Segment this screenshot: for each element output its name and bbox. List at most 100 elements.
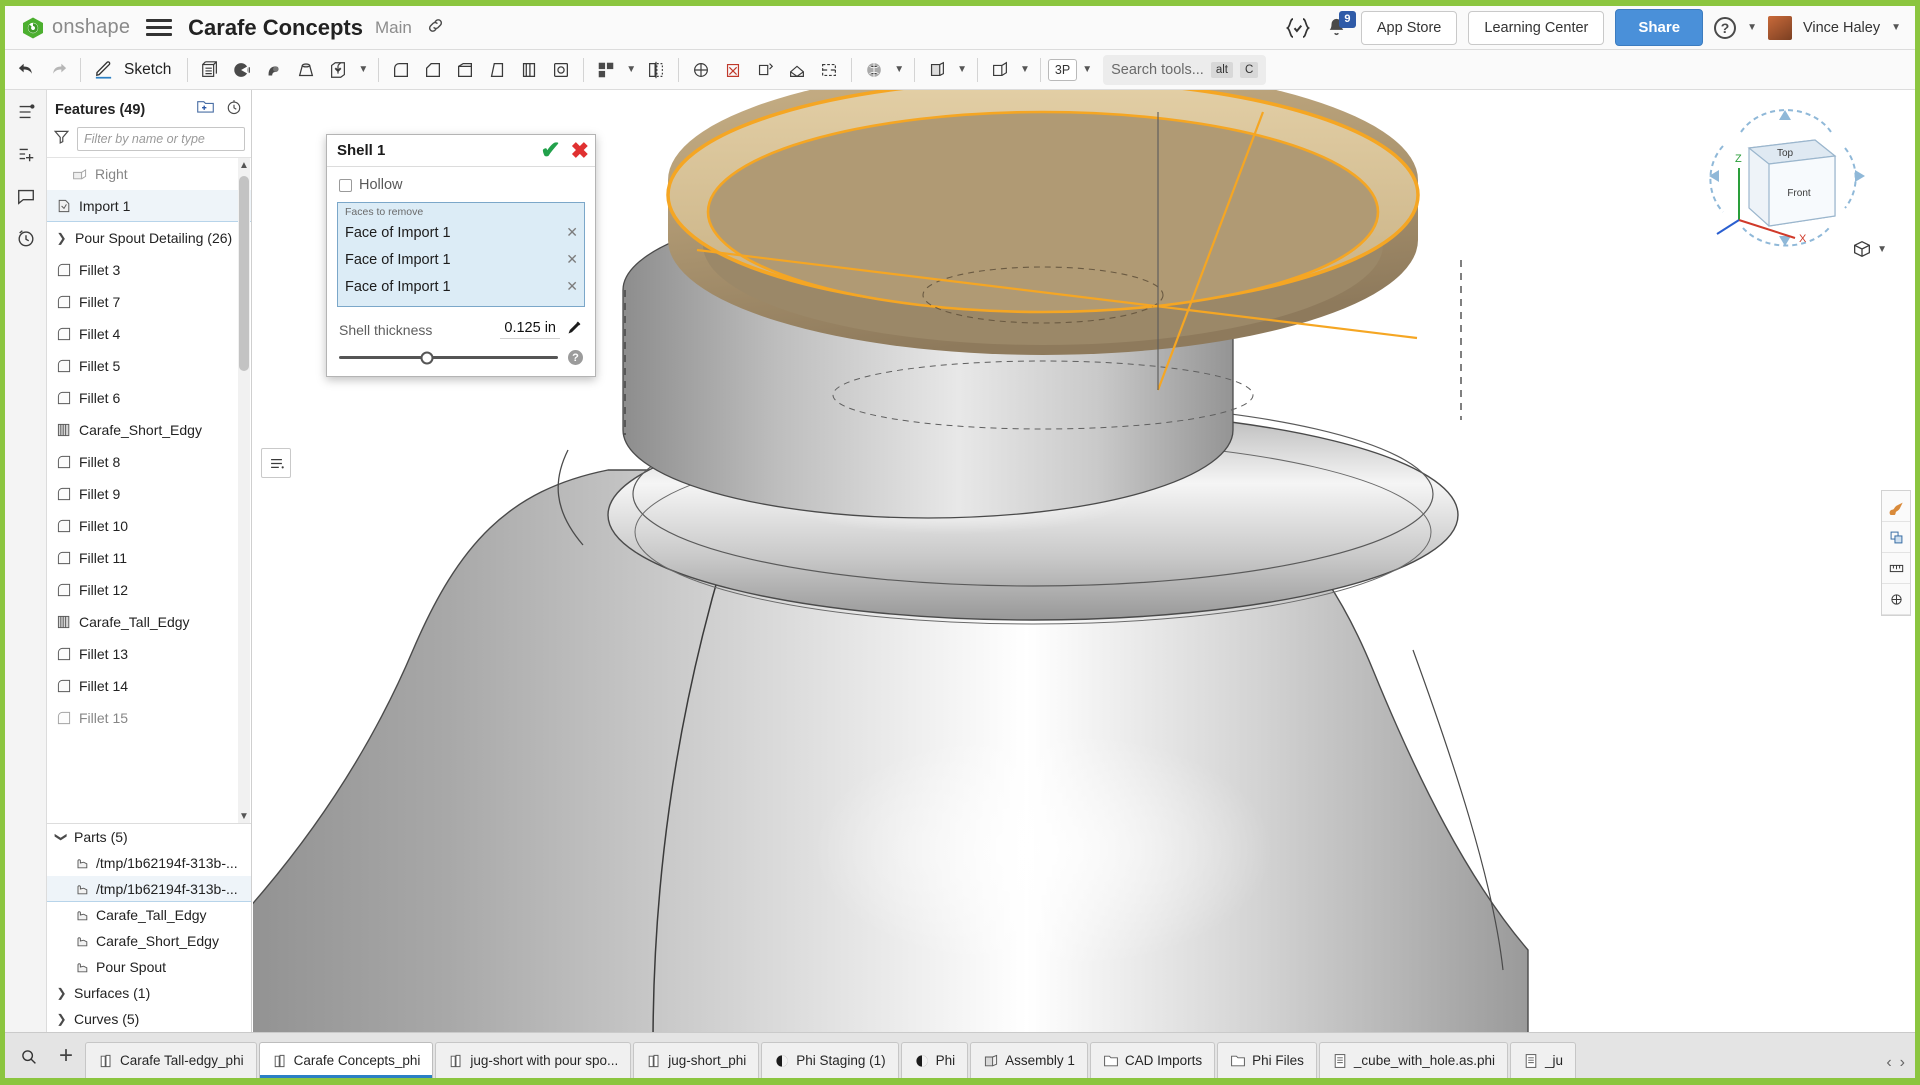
rollback-history-icon[interactable] — [225, 98, 243, 121]
remove-face-x-icon[interactable]: ✕ — [566, 305, 578, 307]
chevron-right-icon[interactable]: ❯ — [55, 986, 68, 1000]
user-name[interactable]: Vince Haley — [1803, 20, 1880, 36]
user-chevron-down-icon[interactable]: ▼ — [1891, 22, 1901, 33]
bottom-tab[interactable]: CAD Imports — [1090, 1042, 1215, 1078]
reference-geometry-icon[interactable] — [922, 54, 952, 86]
face-to-remove-row[interactable]: Face of Import 1 ✕ — [338, 300, 584, 307]
chevron-down-icon[interactable]: ❯ — [55, 831, 69, 844]
selected-inner-rim[interactable] — [708, 112, 1378, 312]
fillet-icon[interactable] — [386, 54, 416, 86]
branch-name[interactable]: Main — [375, 18, 412, 38]
remove-face-x-icon[interactable]: ✕ — [566, 224, 578, 241]
bottom-tab[interactable]: _ju — [1510, 1042, 1576, 1078]
surface-chevron-down-icon[interactable]: ▼ — [891, 64, 907, 75]
scroll-up-arrow-icon[interactable]: ▲ — [238, 158, 250, 172]
hollow-checkbox-row[interactable]: Hollow — [327, 174, 595, 202]
feature-tree-scrollbar[interactable]: ▲ ▼ — [238, 158, 250, 823]
draft-icon[interactable] — [482, 54, 512, 86]
feature-row[interactable]: Fillet 15 — [47, 702, 251, 734]
part-row[interactable]: Pour Spout — [47, 954, 251, 980]
remove-face-x-icon[interactable]: ✕ — [566, 251, 578, 268]
bottom-tab[interactable]: jug-short_phi — [633, 1042, 759, 1078]
tab-search-icon[interactable] — [9, 1034, 47, 1078]
appearance-icon[interactable] — [1882, 491, 1910, 522]
feature-row[interactable]: Carafe_Short_Edgy — [47, 414, 251, 446]
notifications-bell[interactable]: 9 — [1324, 15, 1350, 41]
sketch-button-label[interactable]: Sketch — [120, 61, 180, 79]
display-style-menu[interactable]: ▼ — [1851, 238, 1887, 260]
boolean-icon[interactable] — [323, 54, 353, 86]
pattern-icon[interactable] — [591, 54, 621, 86]
group-header[interactable]: ❯ Surfaces (1) — [47, 980, 251, 1006]
sketch-icon[interactable] — [88, 54, 118, 86]
move-face-icon[interactable] — [750, 54, 780, 86]
revolve-icon[interactable] — [227, 54, 257, 86]
link-icon[interactable] — [426, 16, 445, 40]
feature-list-icon[interactable] — [12, 98, 40, 126]
bottom-tab[interactable]: Phi — [901, 1042, 969, 1078]
add-feature-icon[interactable] — [12, 140, 40, 168]
onshape-logo-icon[interactable] — [21, 16, 45, 40]
cancel-close-icon[interactable]: ✖ — [563, 140, 589, 162]
mirror-icon[interactable] — [641, 54, 671, 86]
feature-tree[interactable]: RightImport 1❯Pour Spout Detailing (26)F… — [47, 157, 251, 823]
redo-icon[interactable] — [43, 54, 73, 86]
feature-row[interactable]: Fillet 14 — [47, 670, 251, 702]
display-style-chevron-down-icon[interactable]: ▼ — [1877, 244, 1887, 255]
feature-tree-scroll-thumb[interactable] — [239, 176, 249, 371]
tab-next-button[interactable]: › — [1900, 1054, 1905, 1072]
app-store-button[interactable]: App Store — [1361, 11, 1458, 45]
part-row[interactable]: /tmp/1b62194f-313b-... — [47, 876, 251, 902]
avatar[interactable] — [1768, 16, 1792, 40]
rib-icon[interactable] — [514, 54, 544, 86]
hollow-checkbox[interactable] — [339, 179, 352, 192]
extrude-icon[interactable] — [195, 54, 225, 86]
learning-center-button[interactable]: Learning Center — [1468, 11, 1604, 45]
group-header[interactable]: ❯ Curves (5) — [47, 1006, 251, 1032]
search-tools-input[interactable]: Search tools... alt C — [1103, 55, 1266, 85]
feature-row[interactable]: Fillet 7 — [47, 286, 251, 318]
feature-row[interactable]: ❯Pour Spout Detailing (26) — [47, 222, 251, 254]
feature-row[interactable]: Fillet 11 — [47, 542, 251, 574]
remove-face-x-icon[interactable]: ✕ — [566, 278, 578, 295]
feature-row[interactable]: Right — [47, 158, 251, 190]
bottom-tab[interactable]: Carafe Concepts_phi — [259, 1042, 434, 1078]
brand-name[interactable]: onshape — [52, 16, 130, 39]
feature-row[interactable]: Fillet 8 — [47, 446, 251, 478]
part-row[interactable]: /tmp/1b62194f-313b-... — [47, 850, 251, 876]
loft-icon[interactable] — [291, 54, 321, 86]
bottom-tab[interactable]: _cube_with_hole.as.phi — [1319, 1042, 1508, 1078]
expand-chevron-right-icon[interactable]: ❯ — [55, 231, 68, 245]
faces-to-remove-box[interactable]: Faces to remove Face of Import 1 ✕Face o… — [337, 202, 585, 307]
add-tab-button[interactable]: + — [47, 1034, 85, 1078]
feature-list-toggle-button[interactable] — [261, 448, 291, 478]
new-folder-icon[interactable] — [196, 98, 215, 121]
feature-row[interactable]: Fillet 4 — [47, 318, 251, 350]
filter-icon[interactable] — [53, 128, 70, 150]
three-point-chevron-down-icon[interactable]: ▼ — [1079, 64, 1095, 75]
plane-icon[interactable] — [985, 54, 1015, 86]
accept-check-icon[interactable]: ✔ — [540, 139, 560, 163]
comments-icon[interactable] — [12, 182, 40, 210]
part-row[interactable]: Carafe_Short_Edgy — [47, 928, 251, 954]
bottom-tab[interactable]: Carafe Tall-edgy_phi — [85, 1042, 257, 1078]
feature-row[interactable]: Fillet 10 — [47, 510, 251, 542]
transform-icon[interactable] — [686, 54, 716, 86]
feature-row[interactable]: Fillet 3 — [47, 254, 251, 286]
surface-icon[interactable] — [859, 54, 889, 86]
feature-row[interactable]: Fillet 13 — [47, 638, 251, 670]
plane-chevron-down-icon[interactable]: ▼ — [1017, 64, 1033, 75]
face-to-remove-row[interactable]: Face of Import 1 ✕ — [338, 219, 584, 246]
delete-face-icon[interactable] — [718, 54, 748, 86]
group-header[interactable]: ❯ Parts (5) — [47, 824, 251, 850]
main-menu-icon[interactable] — [146, 18, 172, 38]
three-point-button[interactable]: 3P — [1048, 59, 1077, 81]
shell-help-icon[interactable]: ? — [568, 350, 583, 365]
solids-chevron-down-icon[interactable]: ▼ — [355, 64, 371, 75]
tab-prev-button[interactable]: ‹ — [1886, 1054, 1891, 1072]
face-to-remove-row[interactable]: Face of Import 1 ✕ — [338, 246, 584, 273]
feature-row[interactable]: Fillet 12 — [47, 574, 251, 606]
shell-thickness-input[interactable]: 0.125 in — [500, 320, 560, 339]
document-title[interactable]: Carafe Concepts — [188, 15, 363, 41]
share-button[interactable]: Share — [1615, 9, 1703, 46]
